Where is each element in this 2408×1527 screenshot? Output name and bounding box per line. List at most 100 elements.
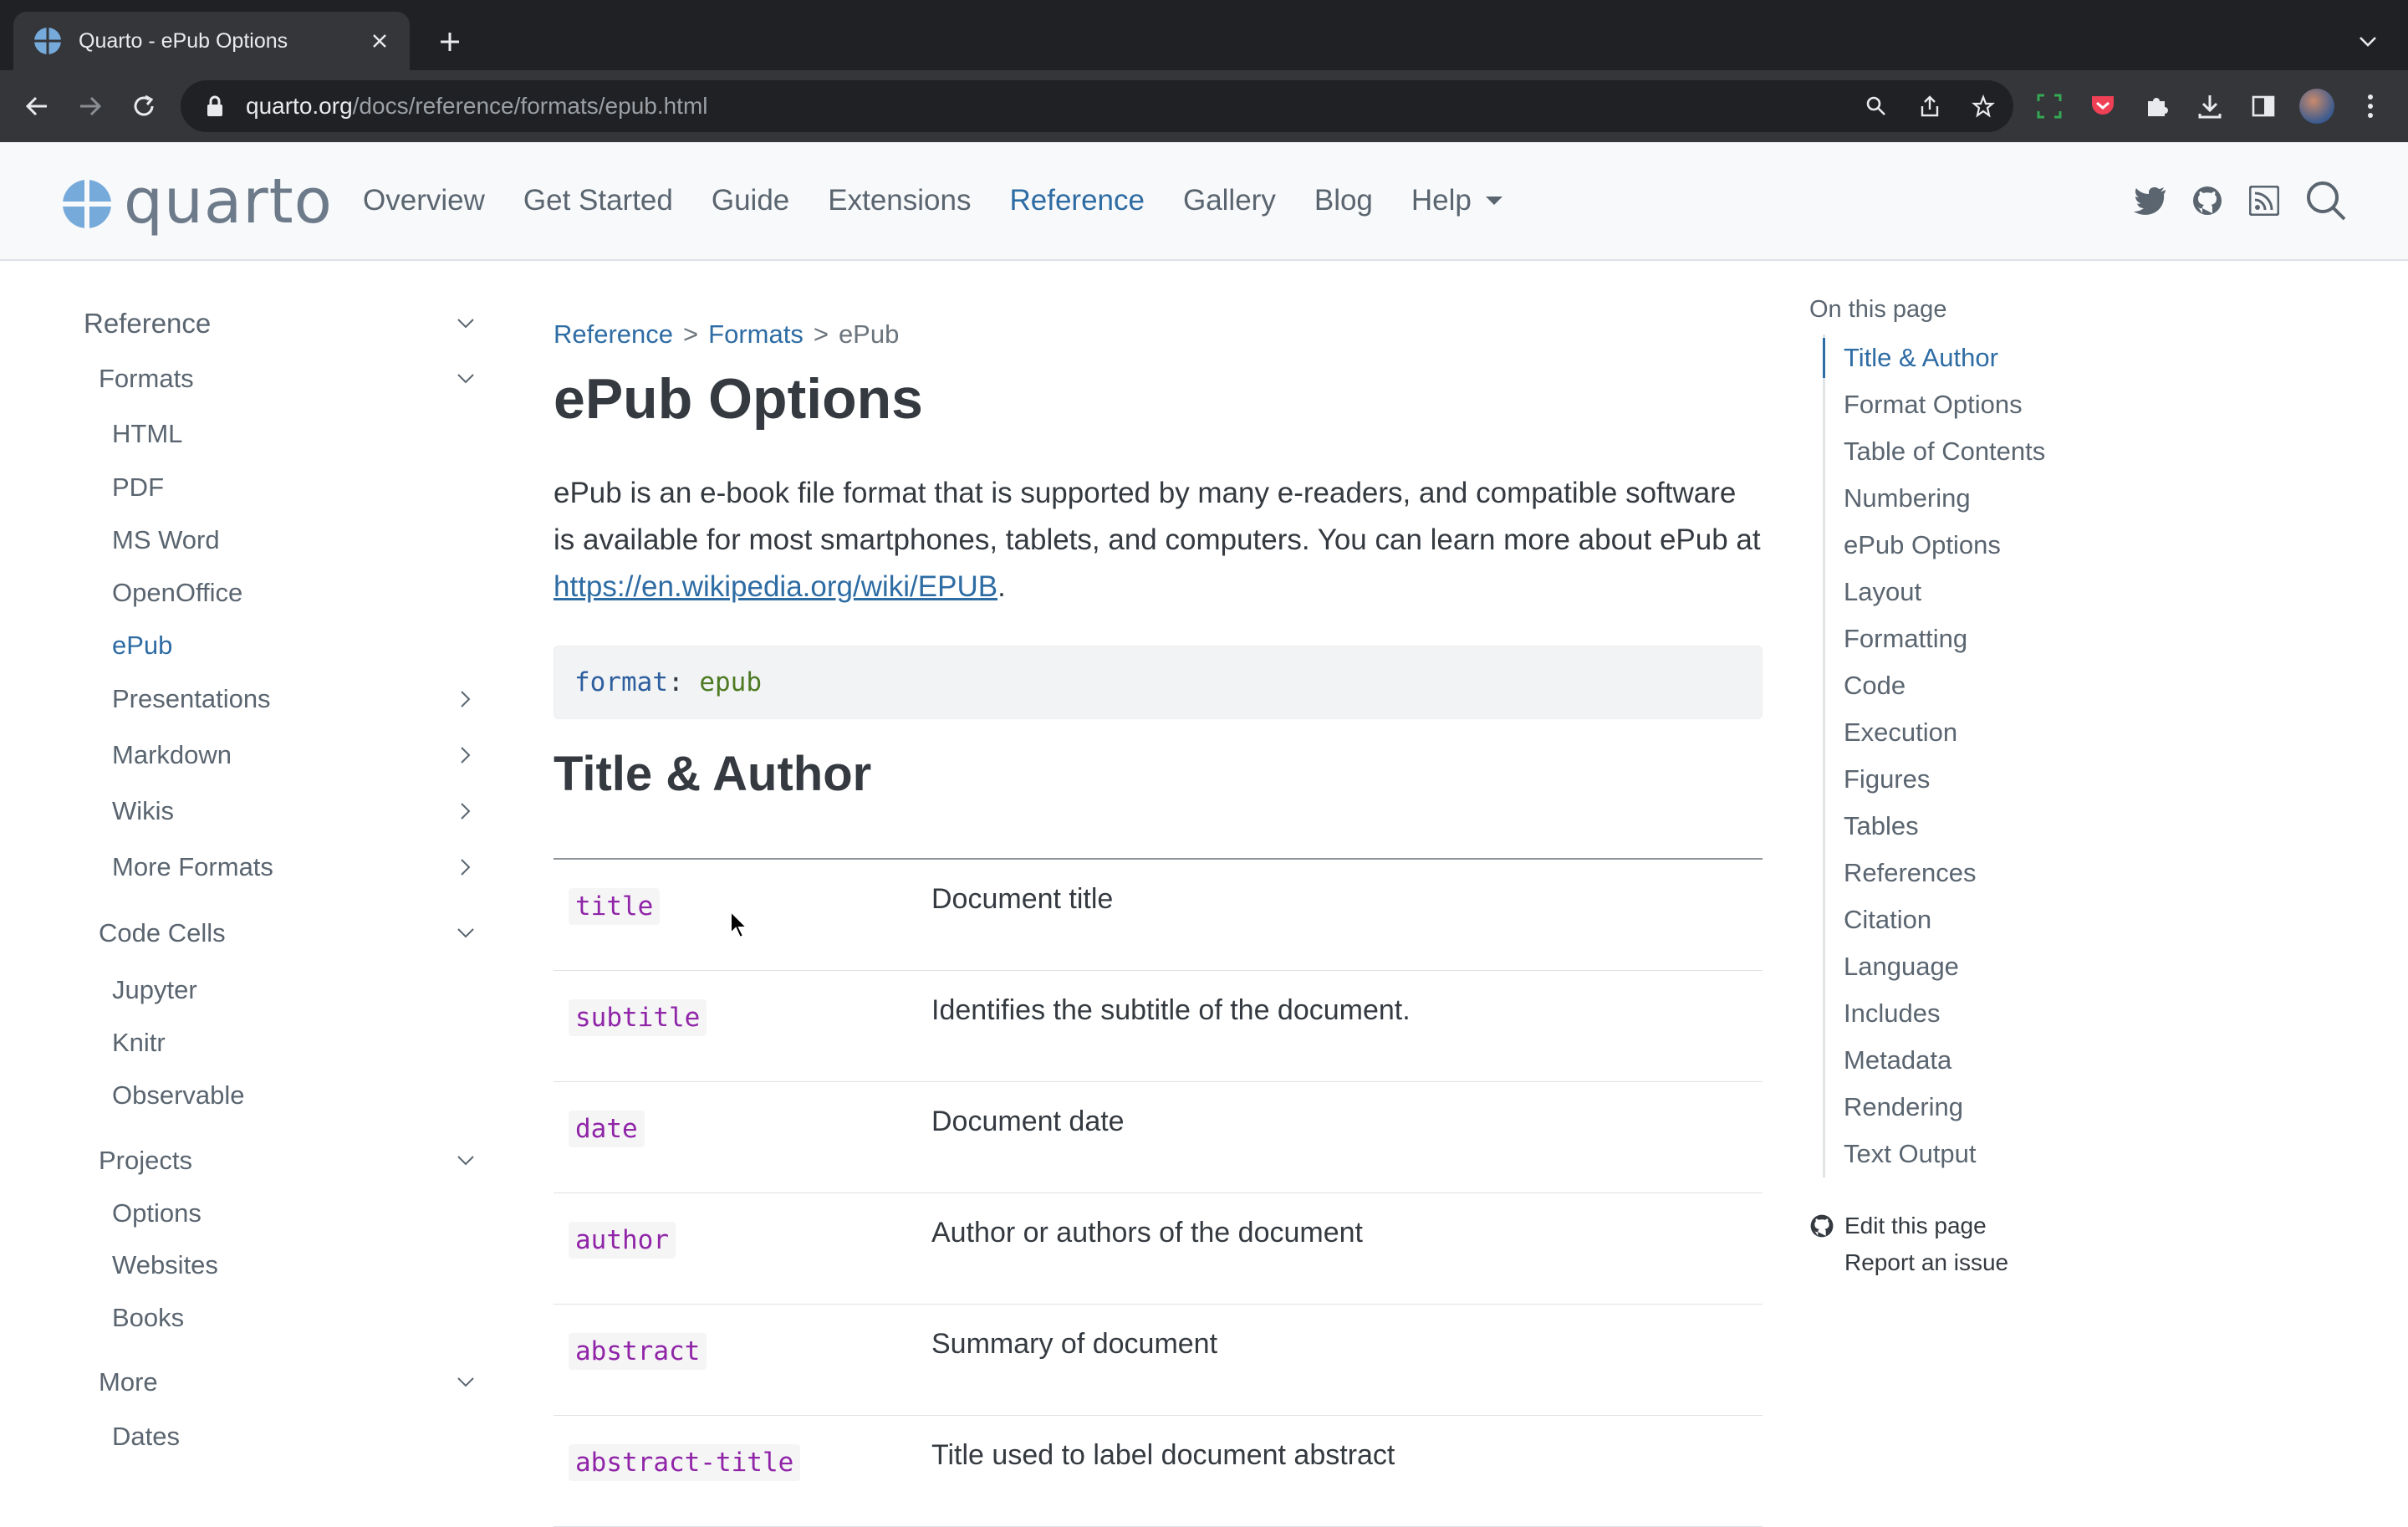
nav-link-gallery[interactable]: Gallery bbox=[1183, 184, 1276, 217]
share-icon[interactable] bbox=[1915, 91, 1945, 121]
quarto-logo[interactable]: quarto bbox=[62, 171, 333, 232]
chevron-down-icon[interactable] bbox=[453, 311, 478, 336]
sidebar-item-projects[interactable]: Projects bbox=[84, 1142, 485, 1179]
breadcrumb-formats[interactable]: Formats bbox=[708, 319, 804, 349]
sidebar-item-openoffice[interactable]: OpenOffice bbox=[84, 575, 485, 611]
chevron-down-icon[interactable] bbox=[2349, 23, 2386, 60]
twitter-icon[interactable] bbox=[2132, 182, 2169, 219]
chevron-down-icon[interactable] bbox=[453, 1148, 478, 1173]
sidebar-item-websites[interactable]: Websites bbox=[84, 1247, 485, 1284]
extensions-puzzle-icon[interactable] bbox=[2139, 89, 2174, 124]
toc-list: Title & Author Format Options Table of Con… bbox=[1823, 335, 2160, 1177]
download-icon[interactable] bbox=[2192, 89, 2227, 124]
toc-item-rendering[interactable]: Rendering bbox=[1825, 1084, 2160, 1131]
nav-link-get-started[interactable]: Get Started bbox=[523, 184, 673, 217]
kebab-menu-icon[interactable] bbox=[2353, 89, 2388, 124]
sidebar-item-code-cells[interactable]: Code Cells bbox=[84, 915, 485, 952]
forward-icon[interactable] bbox=[72, 88, 109, 125]
toc-item-title-author[interactable]: Title & Author bbox=[1823, 335, 2160, 381]
code-key: format bbox=[574, 667, 668, 697]
rss-icon[interactable] bbox=[2246, 182, 2283, 219]
url-text[interactable]: quarto.org/docs/reference/formats/epub.h… bbox=[246, 93, 708, 120]
side-panel-icon[interactable] bbox=[2246, 89, 2281, 124]
toc-item-code[interactable]: Code bbox=[1825, 662, 2160, 709]
toc-item-table-of-contents[interactable]: Table of Contents bbox=[1825, 428, 2160, 475]
sidebar-item-label: More bbox=[99, 1367, 158, 1397]
nav-link-overview[interactable]: Overview bbox=[363, 184, 485, 217]
nav-link-extensions[interactable]: Extensions bbox=[828, 184, 971, 217]
sidebar-item-epub[interactable]: ePub bbox=[84, 627, 485, 664]
toc-item-citation[interactable]: Citation bbox=[1825, 896, 2160, 943]
intro-end: . bbox=[997, 570, 1006, 603]
chevron-right-icon[interactable] bbox=[453, 855, 478, 880]
bookmark-star-icon[interactable] bbox=[1968, 91, 1998, 121]
table-row: date Document date bbox=[554, 1082, 1763, 1193]
breadcrumb-reference[interactable]: Reference bbox=[554, 319, 673, 349]
toc-item-layout[interactable]: Layout bbox=[1825, 569, 2160, 615]
chevron-right-icon[interactable] bbox=[453, 743, 478, 768]
sidebar-item-formats[interactable]: Formats bbox=[84, 360, 485, 397]
sidebar-item-pdf[interactable]: PDF bbox=[84, 469, 485, 506]
code-block[interactable]: format: epub bbox=[554, 646, 1763, 719]
github-icon[interactable] bbox=[2189, 182, 2226, 219]
toc-item-figures[interactable]: Figures bbox=[1825, 756, 2160, 803]
sidebar-item-presentations[interactable]: Presentations bbox=[84, 681, 485, 718]
chevron-down-icon[interactable] bbox=[453, 1370, 478, 1395]
search-icon[interactable] bbox=[2303, 177, 2349, 224]
sidebar-item-label: Reference bbox=[84, 308, 212, 339]
sidebar-item-knitr[interactable]: Knitr bbox=[84, 1024, 485, 1061]
toc-item-formatting[interactable]: Formatting bbox=[1825, 615, 2160, 662]
sidebar-item-label: Knitr bbox=[112, 1028, 166, 1057]
chevron-down-icon[interactable] bbox=[453, 921, 478, 946]
close-tab-icon[interactable] bbox=[363, 24, 396, 58]
toc-item-numbering[interactable]: Numbering bbox=[1825, 475, 2160, 522]
lock-icon[interactable] bbox=[202, 94, 227, 119]
nav-link-reference[interactable]: Reference bbox=[1009, 184, 1144, 217]
chevron-right-icon[interactable] bbox=[453, 687, 478, 712]
report-issue-link[interactable]: Report an issue bbox=[1809, 1244, 2008, 1281]
sidebar-item-label: Observable bbox=[112, 1080, 245, 1110]
nav-link-help[interactable]: Help bbox=[1411, 184, 1503, 217]
toc-item-includes[interactable]: Includes bbox=[1825, 990, 2160, 1037]
profile-avatar[interactable] bbox=[2299, 89, 2334, 124]
sidebar-item-books[interactable]: Books bbox=[84, 1300, 485, 1336]
reload-icon[interactable] bbox=[125, 88, 162, 125]
sidebar-item-reference[interactable]: Reference bbox=[84, 305, 485, 342]
nav-link-guide[interactable]: Guide bbox=[712, 184, 789, 217]
edit-page-link[interactable]: Edit this page bbox=[1809, 1208, 2008, 1244]
sidebar-item-more[interactable]: More bbox=[84, 1364, 485, 1401]
sidebar-item-observable[interactable]: Observable bbox=[84, 1077, 485, 1114]
browser-tabstrip: Quarto - ePub Options bbox=[0, 0, 2408, 70]
sidebar-item-html[interactable]: HTML bbox=[84, 416, 485, 452]
toc-item-text-output[interactable]: Text Output bbox=[1825, 1131, 2160, 1177]
zoom-search-icon[interactable] bbox=[1861, 91, 1891, 121]
sidebar-item-options[interactable]: Options bbox=[84, 1195, 485, 1232]
chevron-down-icon[interactable] bbox=[453, 366, 478, 391]
toc-item-language[interactable]: Language bbox=[1825, 943, 2160, 990]
nav-link-blog[interactable]: Blog bbox=[1314, 184, 1373, 217]
address-bar[interactable]: quarto.org/docs/reference/formats/epub.h… bbox=[181, 80, 2013, 132]
screenshot-extension-icon[interactable] bbox=[2032, 89, 2067, 124]
browser-tab[interactable]: Quarto - ePub Options bbox=[13, 12, 410, 70]
new-tab-icon[interactable] bbox=[431, 23, 468, 60]
toc-item-execution[interactable]: Execution bbox=[1825, 709, 2160, 756]
sidebar-item-ms-word[interactable]: MS Word bbox=[84, 522, 485, 559]
chevron-right-icon[interactable] bbox=[453, 799, 478, 824]
toc-item-metadata[interactable]: Metadata bbox=[1825, 1037, 2160, 1084]
pocket-extension-icon[interactable] bbox=[2085, 89, 2120, 124]
sidebar-item-markdown[interactable]: Markdown bbox=[84, 737, 485, 774]
sidebar-item-more-formats[interactable]: More Formats bbox=[84, 849, 485, 886]
back-icon[interactable] bbox=[18, 88, 55, 125]
code-colon: : bbox=[667, 667, 684, 697]
toc-item-tables[interactable]: Tables bbox=[1825, 803, 2160, 850]
sidebar-item-label: Projects bbox=[99, 1146, 192, 1175]
sidebar-item-dates[interactable]: Dates bbox=[84, 1418, 485, 1455]
toc-item-references[interactable]: References bbox=[1825, 850, 2160, 896]
sidebar-item-label: OpenOffice bbox=[112, 578, 243, 607]
wikipedia-epub-link[interactable]: https://en.wikipedia.org/wiki/EPUB bbox=[554, 570, 997, 603]
toc-item-format-options[interactable]: Format Options bbox=[1825, 381, 2160, 428]
sidebar-item-jupyter[interactable]: Jupyter bbox=[84, 972, 485, 1009]
toc-item-epub-options[interactable]: ePub Options bbox=[1825, 522, 2160, 569]
breadcrumb-epub: ePub bbox=[838, 319, 900, 349]
sidebar-item-wikis[interactable]: Wikis bbox=[84, 793, 485, 830]
